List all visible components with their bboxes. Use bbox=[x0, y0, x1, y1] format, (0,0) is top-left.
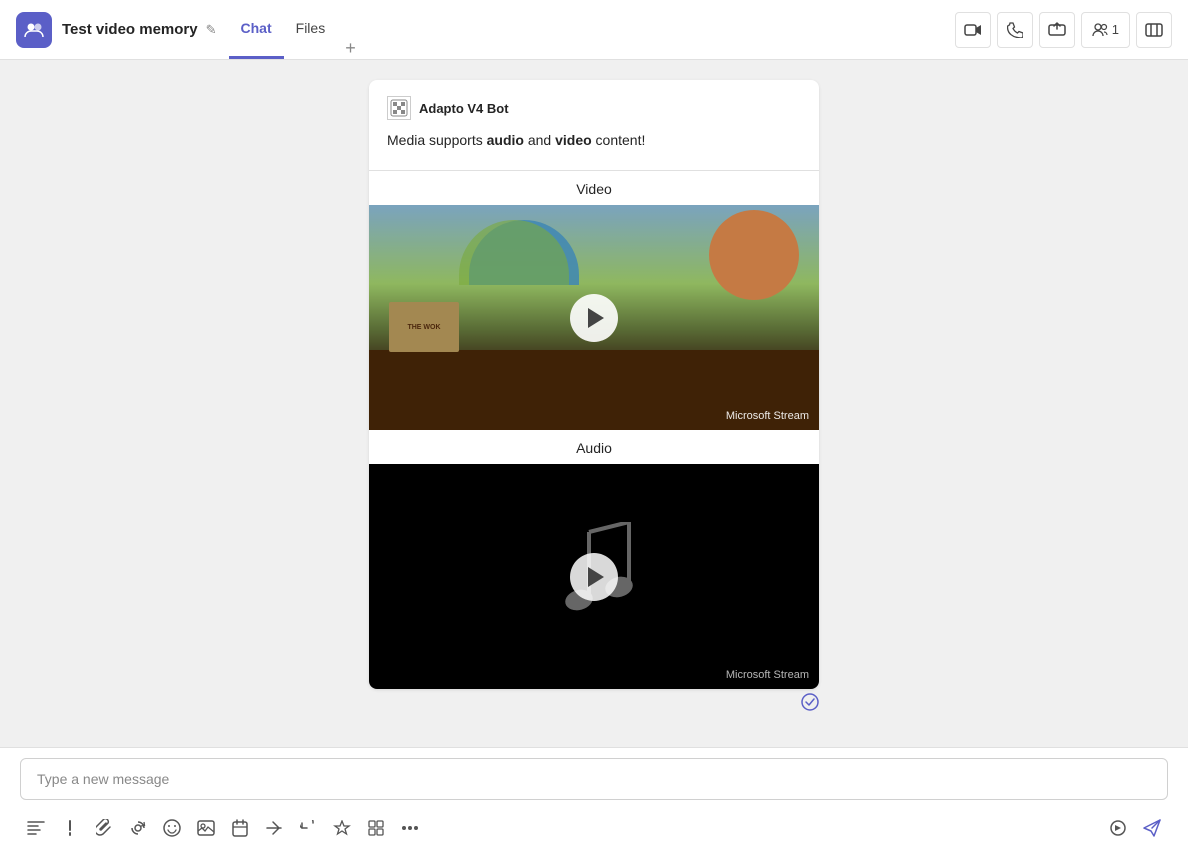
emoji-button[interactable] bbox=[156, 812, 188, 844]
app-icon bbox=[16, 12, 52, 48]
praise-button[interactable] bbox=[326, 812, 358, 844]
toolbar-row bbox=[20, 808, 1168, 848]
card-text-end: content! bbox=[592, 132, 646, 148]
sent-icon bbox=[801, 693, 819, 711]
messages-container[interactable]: Adapto V4 Bot Media supports audio and v… bbox=[0, 60, 1188, 747]
video-section-label: Video bbox=[369, 171, 819, 205]
urgent-button[interactable] bbox=[54, 812, 86, 844]
participants-count: 1 bbox=[1112, 22, 1119, 37]
card-bold-video: video bbox=[555, 132, 592, 148]
card-bold-audio: audio bbox=[487, 132, 524, 148]
edit-icon[interactable]: ✎ bbox=[206, 22, 217, 38]
audio-play-triangle-icon bbox=[588, 567, 604, 587]
loop-button[interactable] bbox=[122, 812, 154, 844]
video-stream-label: Microsoft Stream bbox=[726, 410, 809, 422]
more-toolbar-button[interactable] bbox=[394, 812, 426, 844]
audio-player[interactable]: Microsoft Stream bbox=[369, 464, 819, 689]
adaptive-card: Adapto V4 Bot Media supports audio and v… bbox=[369, 80, 819, 689]
share-screen-button[interactable] bbox=[1039, 12, 1075, 48]
video-player[interactable]: THE WOK Microsoft Stream bbox=[369, 205, 819, 430]
audio-section-label: Audio bbox=[369, 430, 819, 464]
loop-send-button[interactable] bbox=[1102, 812, 1134, 844]
more-options-button[interactable] bbox=[1136, 12, 1172, 48]
audio-call-button[interactable] bbox=[997, 12, 1033, 48]
card-text-prefix: Media supports bbox=[387, 132, 487, 148]
bot-header: Adapto V4 Bot bbox=[387, 96, 801, 120]
apps-button[interactable] bbox=[360, 812, 392, 844]
sent-check bbox=[369, 689, 819, 711]
card-text-mid: and bbox=[524, 132, 555, 148]
title-area: Test video memory ✎ bbox=[62, 21, 217, 38]
audio-stream-label: Microsoft Stream bbox=[726, 669, 809, 681]
input-area: Type a new message bbox=[0, 747, 1188, 858]
tab-files[interactable]: Files bbox=[284, 0, 338, 59]
chat-area: Adapto V4 Bot Media supports audio and v… bbox=[0, 60, 1188, 858]
attach-button[interactable] bbox=[88, 812, 120, 844]
format-button[interactable] bbox=[20, 812, 52, 844]
message-input[interactable]: Type a new message bbox=[20, 758, 1168, 800]
video-overlay bbox=[369, 205, 819, 430]
schedule-button[interactable] bbox=[224, 812, 256, 844]
tab-chat[interactable]: Chat bbox=[229, 0, 284, 59]
participants-button[interactable]: 1 bbox=[1081, 12, 1130, 48]
video-play-button[interactable] bbox=[570, 294, 618, 342]
bot-icon bbox=[387, 96, 411, 120]
play-triangle-icon bbox=[588, 308, 604, 328]
send-button[interactable] bbox=[1136, 812, 1168, 844]
top-actions: 1 bbox=[955, 12, 1172, 48]
card-message-text: Media supports audio and video content! bbox=[387, 132, 801, 148]
actions-button[interactable] bbox=[258, 812, 290, 844]
top-bar: Test video memory ✎ Chat Files + bbox=[0, 0, 1188, 60]
main-area: Adapto V4 Bot Media supports audio and v… bbox=[0, 60, 1188, 858]
nav-tabs: Chat Files + bbox=[229, 0, 364, 59]
refresh-button[interactable] bbox=[292, 812, 324, 844]
sticker-button[interactable] bbox=[190, 812, 222, 844]
video-call-button[interactable] bbox=[955, 12, 991, 48]
add-tab-button[interactable]: + bbox=[337, 38, 364, 59]
bot-name: Adapto V4 Bot bbox=[419, 101, 509, 116]
audio-play-button[interactable] bbox=[570, 553, 618, 601]
chat-title: Test video memory bbox=[62, 21, 198, 38]
